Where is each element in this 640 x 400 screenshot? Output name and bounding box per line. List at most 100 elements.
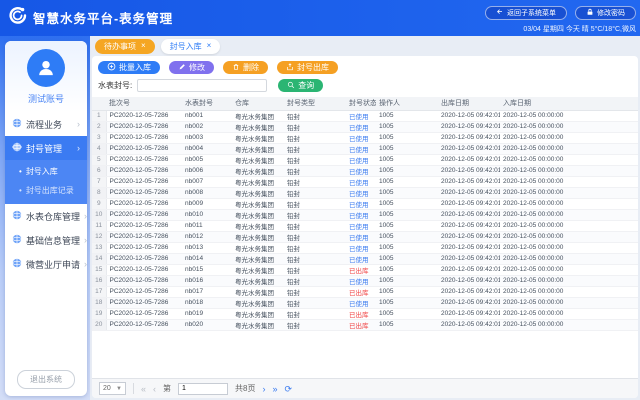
table-row[interactable]: 12PC2020-12-05-7286nb012粤光水务集团铅封已使用10052… [92,231,638,242]
table-row[interactable]: 16PC2020-12-05-7286nb016粤光水务集团铅封已使用10052… [92,275,638,286]
sidebar-item-meter-warehouse[interactable]: 水表仓库管理 › [5,204,87,228]
table-cell: 2020-12-05 00:00:00 [500,319,572,330]
table-row[interactable]: 8PC2020-12-05-7286nb008粤光水务集团铅封已使用100520… [92,187,638,198]
table-cell: PC2020-12-05-7286 [106,165,182,176]
close-icon[interactable]: × [141,42,146,50]
table-cell: PC2020-12-05-7286 [106,209,182,220]
sidebar-item-process-business[interactable]: 流程业务 › [5,112,87,136]
table-row[interactable]: 11PC2020-12-05-7286nb011粤光水务集团铅封已使用10052… [92,220,638,231]
status-cell[interactable]: 已使用 [346,253,376,264]
username: 测试账号 [5,92,87,105]
first-page-button[interactable]: « [141,384,146,394]
table-row[interactable]: 10PC2020-12-05-7286nb010粤光水务集团铅封已使用10052… [92,209,638,220]
status-cell[interactable]: 已使用 [346,198,376,209]
table-cell: 2020-12-05 00:00:00 [500,198,572,209]
search-button[interactable]: 查询 [278,79,323,92]
table-cell: 粤光水务集团 [232,264,284,275]
status-cell[interactable]: 已使用 [346,154,376,165]
table-cell: 铅封 [284,121,346,132]
status-cell[interactable]: 已出库 [346,308,376,319]
table-cell: 2020-12-05 09:42:01 [438,297,500,308]
table-row[interactable]: 17PC2020-12-05-7286nb017粤光水务集团铅封已出库10052… [92,286,638,297]
table-row[interactable]: 5PC2020-12-05-7286nb005粤光水务集团铅封已使用100520… [92,154,638,165]
status-cell[interactable]: 已使用 [346,220,376,231]
table-row[interactable]: 7PC2020-12-05-7286nb007粤光水务集团铅封已使用100520… [92,176,638,187]
close-icon[interactable]: × [207,42,212,50]
table-cell: 粤光水务集团 [232,209,284,220]
status-cell[interactable]: 已使用 [346,110,376,121]
logout-button[interactable]: 退出系统 [17,370,75,389]
status-cell[interactable]: 已使用 [346,187,376,198]
status-cell[interactable]: 已使用 [346,242,376,253]
refresh-icon[interactable]: ⟳ [284,384,292,394]
table-cell [572,275,638,286]
table-cell: 1005 [376,286,438,297]
row-number-cell: 11 [92,220,106,231]
seal-number-input[interactable] [137,79,267,92]
sidebar-item-seal-management[interactable]: 封号管理 › [5,136,87,160]
status-cell[interactable]: 已使用 [346,132,376,143]
status-cell[interactable]: 已使用 [346,209,376,220]
table-row[interactable]: 14PC2020-12-05-7286nb014粤光水务集团铅封已使用10052… [92,253,638,264]
edit-button[interactable]: 修改 [169,61,214,74]
table-row[interactable]: 15PC2020-12-05-7286nb015粤光水务集团铅封已出库10052… [92,264,638,275]
prev-page-button[interactable]: ‹ [153,384,156,394]
table-cell: PC2020-12-05-7286 [106,253,182,264]
table-cell: 1005 [376,231,438,242]
table-row[interactable]: 20PC2020-12-05-7286nb020粤光水务集团铅封已出库10052… [92,319,638,330]
table-cell: 2020-12-05 09:42:01 [438,110,500,121]
total-pages-label: 共8页 [235,383,255,394]
seal-outbound-button[interactable]: 封号出库 [277,61,338,74]
table-cell: 铅封 [284,319,346,330]
status-cell[interactable]: 已使用 [346,231,376,242]
tab-todo[interactable]: 待办事项 × [95,39,155,54]
status-cell[interactable]: 已出库 [346,264,376,275]
next-page-button[interactable]: › [262,384,265,394]
status-cell[interactable]: 已使用 [346,176,376,187]
sidebar-item-micro-hall[interactable]: 微营业厅申请 › [5,252,87,276]
table-row[interactable]: 18PC2020-12-05-7286nb018粤光水务集团铅封已使用10052… [92,297,638,308]
sidebar-item-seal-storage[interactable]: • 封号入库 [5,162,87,181]
table-cell: 铅封 [284,286,346,297]
table-row[interactable]: 9PC2020-12-05-7286nb009粤光水务集团铅封已使用100520… [92,198,638,209]
chevron-right-icon: › [84,259,87,269]
row-number-cell: 16 [92,275,106,286]
delete-button[interactable]: 删除 [223,61,268,74]
table-row[interactable]: 3PC2020-12-05-7286nb003粤光水务集团铅封已使用100520… [92,132,638,143]
table-cell [572,264,638,275]
status-cell[interactable]: 已使用 [346,165,376,176]
table-cell: 1005 [376,154,438,165]
table-row[interactable]: 4PC2020-12-05-7286nb004粤光水务集团铅封已使用100520… [92,143,638,154]
status-cell[interactable]: 已使用 [346,143,376,154]
table-row[interactable]: 19PC2020-12-05-7286nb019粤光水务集团铅封已出库10052… [92,308,638,319]
table-cell: 2020-12-05 00:00:00 [500,231,572,242]
back-to-subsystem-button[interactable]: 返回子系统菜单 [485,6,567,20]
tab-seal-storage[interactable]: 封号入库 × [161,39,221,54]
table-cell: nb013 [182,242,232,253]
table-cell [572,231,638,242]
table-cell: 1005 [376,253,438,264]
page-size-select[interactable]: 20 ▼ [99,382,126,395]
table-cell: 2020-12-05 09:42:01 [438,209,500,220]
table-cell: PC2020-12-05-7286 [106,242,182,253]
table-row[interactable]: 1PC2020-12-05-7286nb001粤光水务集团铅封已使用100520… [92,110,638,121]
status-cell[interactable]: 已使用 [346,275,376,286]
table-row[interactable]: 6PC2020-12-05-7286nb006粤光水务集团铅封已使用100520… [92,165,638,176]
sidebar-item-seal-outbound-records[interactable]: • 封号出库记录 [5,181,87,200]
table-cell [572,165,638,176]
status-cell[interactable]: 已使用 [346,297,376,308]
table-cell [572,198,638,209]
last-page-button[interactable]: » [272,384,277,394]
batch-storage-button[interactable]: 批量入库 [98,61,160,74]
column-header: 操作人 [376,97,438,110]
table-cell: 2020-12-05 09:42:01 [438,165,500,176]
table-row[interactable]: 13PC2020-12-05-7286nb013粤光水务集团铅封已使用10052… [92,242,638,253]
page-number-input[interactable] [178,383,228,395]
status-cell[interactable]: 已使用 [346,121,376,132]
table-cell: 2020-12-05 09:42:01 [438,231,500,242]
change-password-button[interactable]: 修改密码 [575,6,636,20]
status-cell[interactable]: 已出库 [346,319,376,330]
table-row[interactable]: 2PC2020-12-05-7286nb002粤光水务集团铅封已使用100520… [92,121,638,132]
status-cell[interactable]: 已出库 [346,286,376,297]
sidebar-item-basic-info[interactable]: 基础信息管理 › [5,228,87,252]
